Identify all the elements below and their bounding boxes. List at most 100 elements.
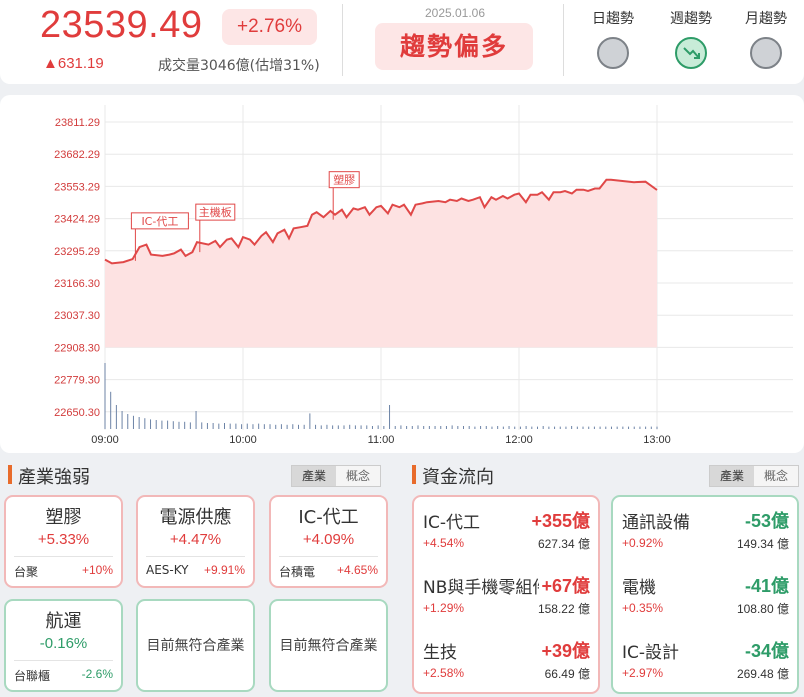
- flow-tab-concept[interactable]: 概念: [754, 466, 798, 486]
- divider: [146, 556, 245, 557]
- leading-stock: 台聯櫃: [14, 669, 51, 683]
- flow-industry-name: 生技: [423, 643, 457, 663]
- flow-tabs: 產業 概念: [709, 465, 799, 487]
- empty-state-text: 目前無符合產業: [279, 638, 378, 654]
- industry-card-empty: 目前無符合產業: [269, 599, 388, 692]
- flow-row[interactable]: IC-設計 -34億 +2.97% 269.48 億: [613, 627, 797, 687]
- industry-card[interactable]: 電源供應 +4.47% AES-KY +9.91%: [136, 495, 255, 588]
- flow-amount: -34億: [742, 637, 789, 663]
- flow-pct: +2.58%: [423, 666, 465, 680]
- change-pct-badge: +2.76%: [222, 9, 317, 45]
- industry-card[interactable]: IC-代工 +4.09% 台積電 +4.65%: [269, 495, 388, 588]
- weekly-trend[interactable]: 週趨勢: [655, 8, 727, 69]
- flow-industry-name: IC-設計: [622, 643, 680, 663]
- volume-text: 成交量3046億(估增31%): [158, 58, 320, 74]
- daily-trend-label: 日趨勢: [592, 11, 634, 27]
- flow-amount: +355億: [529, 507, 590, 533]
- divider: [14, 660, 113, 661]
- flow-amount: +67億: [539, 572, 590, 598]
- flow-row[interactable]: IC-代工 +355億 +4.54% 627.34 億: [414, 497, 598, 557]
- industry-pct: +4.47%: [169, 531, 222, 548]
- index-value: 23539.49: [40, 4, 203, 46]
- flow-industry-name: 電機: [622, 578, 656, 598]
- change-points: ▲631.19: [43, 55, 104, 72]
- industry-card-empty: 目前無符合產業: [136, 599, 255, 692]
- leading-stock-pct: +4.65%: [336, 563, 378, 577]
- flow-row[interactable]: 電機 -41億 +0.35% 108.80 億: [613, 562, 797, 622]
- annotation-label: IC-代工: [141, 215, 178, 228]
- leading-stock-pct: +9.91%: [203, 563, 245, 577]
- y-tick-label: 22908.30: [54, 342, 100, 354]
- annotation-label: 塑膠: [333, 173, 355, 187]
- industry-name: 電源供應: [159, 507, 232, 528]
- annotation-label: 主機板: [199, 205, 232, 219]
- flow-volume: 627.34 億: [537, 537, 590, 551]
- flow-volume: 269.48 億: [736, 667, 789, 681]
- leading-stock-pct: +10%: [81, 563, 113, 577]
- industry-pct: +5.33%: [37, 531, 90, 548]
- daily-trend[interactable]: 日趨勢: [577, 8, 649, 69]
- inflow-card: IC-代工 +355億 +4.54% 627.34 億 NB與手機零組件 +67…: [412, 495, 600, 694]
- flow-volume: 108.80 億: [736, 602, 789, 616]
- monthly-trend[interactable]: 月趨勢: [730, 8, 802, 69]
- weekly-trend-label: 週趨勢: [670, 11, 712, 27]
- monthly-trend-indicator: [750, 37, 782, 69]
- y-tick-label: 23682.29: [54, 149, 100, 161]
- flow-amount: +39億: [539, 637, 590, 663]
- flow-row[interactable]: NB與手機零組件 +67億 +1.29% 158.22 億: [414, 562, 598, 622]
- trend-verdict-badge: 趨勢偏多: [375, 23, 533, 70]
- date-label: 2025.01.06: [424, 6, 486, 20]
- industry-name: 塑膠: [45, 507, 82, 528]
- flow-amount: -41億: [742, 572, 789, 598]
- x-tick-label: 12:00: [505, 434, 533, 446]
- divider: [279, 556, 378, 557]
- flow-volume: 149.34 億: [736, 537, 789, 551]
- industry-pct: +4.09%: [302, 531, 355, 548]
- empty-state-text: 目前無符合產業: [146, 638, 245, 654]
- y-tick-label: 23166.30: [54, 278, 100, 290]
- flow-pct: +0.92%: [622, 536, 664, 550]
- y-tick-label: 23553.29: [54, 181, 100, 193]
- flow-pct: +1.29%: [423, 601, 465, 615]
- flow-industry-name: 通訊設備: [622, 513, 690, 533]
- trend-down-icon: [683, 47, 700, 59]
- flow-tab-industry[interactable]: 產業: [710, 466, 754, 486]
- industry-name: 航運: [45, 611, 82, 632]
- divider: [342, 4, 343, 76]
- x-tick-label: 09:00: [91, 434, 119, 446]
- divider: [14, 556, 113, 557]
- flow-pct: +0.35%: [622, 601, 664, 615]
- intraday-chart[interactable]: 23811.29 23682.29 23553.29 23424.29 23295.29…: [0, 95, 804, 453]
- leading-stock: 台積電: [279, 565, 316, 579]
- industry-card[interactable]: 航運 -0.16% 台聯櫃 -2.6%: [4, 599, 123, 692]
- monthly-trend-label: 月趨勢: [745, 11, 787, 27]
- flow-row[interactable]: 生技 +39億 +2.58% 66.49 億: [414, 627, 598, 687]
- flow-volume: 66.49 億: [544, 667, 590, 681]
- flow-section-title: 資金流向: [412, 463, 494, 489]
- industry-pct: -0.16%: [39, 635, 88, 652]
- x-tick-label: 13:00: [643, 434, 671, 446]
- y-tick-label: 22650.30: [54, 407, 100, 419]
- y-tick-label: 22779.30: [54, 375, 100, 387]
- industry-name: IC-代工: [298, 507, 359, 528]
- weekly-trend-indicator: [675, 37, 707, 69]
- industry-tab-concept[interactable]: 概念: [336, 466, 380, 486]
- intraday-chart-svg: 23811.29 23682.29 23553.29 23424.29 23295.29…: [54, 105, 793, 446]
- x-tick-label: 11:00: [368, 434, 395, 446]
- industry-card[interactable]: 塑膠 +5.33% 台聚 +10%: [4, 495, 123, 588]
- flow-row[interactable]: 通訊設備 -53億 +0.92% 149.34 億: [613, 497, 797, 557]
- flow-pct: +2.97%: [622, 666, 664, 680]
- leading-stock: 台聚: [14, 565, 39, 579]
- industry-section-title: 產業強弱: [8, 463, 90, 489]
- y-tick-label: 23295.29: [54, 246, 100, 258]
- flow-volume: 158.22 億: [537, 602, 590, 616]
- leading-stock: AES-KY: [146, 563, 189, 577]
- y-tick-label: 23424.29: [54, 214, 100, 226]
- industry-tabs: 產業 概念: [291, 465, 381, 487]
- index-header: 23539.49 +2.76% ▲631.19 成交量3046億(估增31%) …: [0, 0, 804, 84]
- flow-pct: +4.54%: [423, 536, 465, 550]
- y-tick-label: 23037.30: [54, 310, 100, 322]
- industry-tab-industry[interactable]: 產業: [292, 466, 336, 486]
- daily-trend-indicator: [597, 37, 629, 69]
- y-tick-label: 23811.29: [55, 117, 100, 129]
